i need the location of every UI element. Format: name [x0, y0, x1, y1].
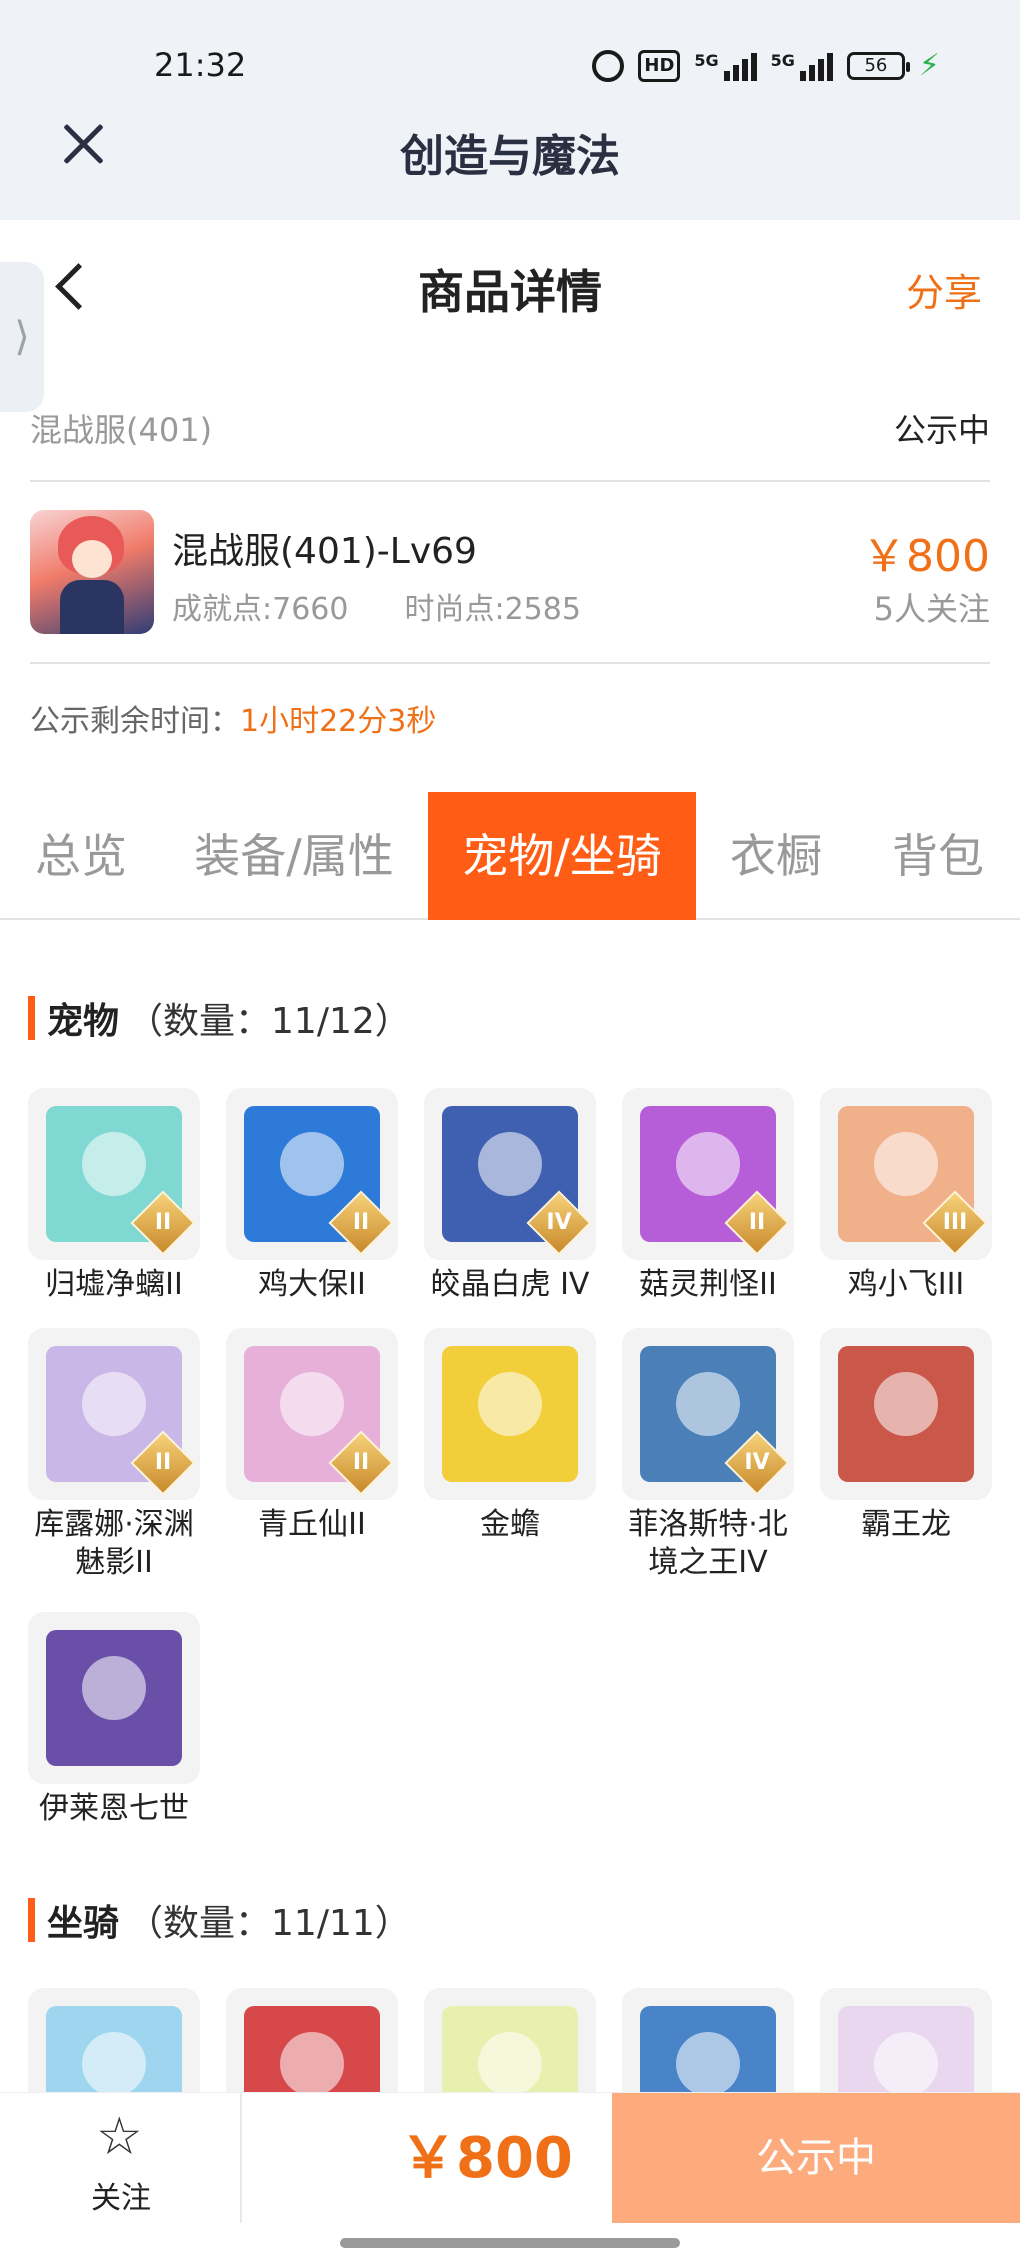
charging-icon: ⚡ [918, 48, 940, 83]
pet-name: 皎晶白虎 IV [430, 1267, 590, 1302]
bottom-price: ￥800 [400, 2126, 573, 2191]
pet-card[interactable]: II 库露娜·深渊魅影II [28, 1328, 200, 1582]
server-name: 混战服(401) [30, 411, 213, 449]
follow-button[interactable]: ☆ 关注 [0, 2093, 242, 2223]
pet-card[interactable]: 霸王龙 [820, 1328, 992, 1544]
pet-image [838, 1346, 974, 1482]
status-time: 21:32 [154, 46, 247, 84]
pets-section-header: 宠物 （数量：11/12） [28, 992, 411, 1044]
top-bar: 21:32 HD 5G 5G 56 ⚡ 创造与魔法 [0, 0, 1020, 220]
tab-wardrobe[interactable]: 衣橱 [696, 792, 856, 920]
character-name: 混战服(401)-Lv69 [172, 531, 477, 572]
app-title: 创造与魔法 [400, 131, 620, 182]
pet-name: 菲洛斯特·北境之王IV [628, 1507, 788, 1580]
listing-status: 公示中 [893, 411, 990, 449]
pet-card[interactable]: 金蟾 [424, 1328, 596, 1544]
pet-name: 菇灵荆怪II [639, 1267, 777, 1302]
signal-2-icon: 5G [771, 51, 833, 81]
home-indicator[interactable] [340, 2238, 680, 2248]
alarm-icon [592, 49, 625, 82]
remaining-time: 公示剩余时间：1小时22分3秒 [30, 696, 436, 740]
page: 21:32 HD 5G 5G 56 ⚡ 创造与魔法 ⟩ 商品详情 分享 混战服(… [0, 0, 1020, 2267]
achievement-points: 成就点:7660 [172, 592, 349, 627]
mounts-section-header: 坐骑 （数量：11/11） [28, 1894, 411, 1946]
tab-bar: 总览 装备/属性 宠物/坐骑 衣橱 背包 [0, 792, 1020, 920]
mounts-section-title: 坐骑 [47, 1903, 120, 1944]
pet-card[interactable]: II 归墟净螭II [28, 1088, 200, 1304]
fashion-points: 时尚点:2585 [404, 592, 581, 627]
public-notice-button[interactable]: 公示中 [612, 2093, 1020, 2223]
page-title: 商品详情 [418, 265, 602, 319]
mounts-count: （数量：11/11） [127, 1903, 411, 1944]
bottom-bar: ☆ 关注 ￥800 公示中 [0, 2092, 1020, 2223]
pet-name: 归墟净螭II [45, 1267, 183, 1302]
pet-name: 金蟾 [480, 1507, 540, 1542]
pet-card[interactable]: IV 皎晶白虎 IV [424, 1088, 596, 1304]
pet-name: 鸡大保II [258, 1267, 366, 1302]
follow-label: 关注 [91, 2181, 151, 2216]
tab-backpack[interactable]: 背包 [856, 792, 1020, 920]
remaining-time-value: 1小时22分3秒 [240, 704, 437, 739]
hd-icon: HD [638, 49, 681, 82]
tab-equipment[interactable]: 装备/属性 [162, 792, 426, 920]
remaining-time-label: 公示剩余时间： [30, 704, 240, 739]
tab-pets-mounts[interactable]: 宠物/坐骑 [428, 792, 696, 920]
pets-count: （数量：11/12） [127, 1001, 411, 1042]
pet-card[interactable]: III 鸡小飞III [820, 1088, 992, 1304]
follower-count: 5人关注 [873, 590, 990, 628]
pet-card[interactable]: IV 菲洛斯特·北境之王IV [622, 1328, 794, 1582]
pet-card[interactable]: II 鸡大保II [226, 1088, 398, 1304]
pets-section-title: 宠物 [47, 1001, 120, 1042]
pet-name: 伊莱恩七世 [39, 1791, 189, 1826]
star-icon: ☆ [96, 2107, 143, 2167]
pet-card[interactable]: II 青丘仙II [226, 1328, 398, 1544]
character-avatar [30, 510, 154, 634]
pet-name: 库露娜·深渊魅影II [34, 1507, 194, 1580]
battery-icon: 56 [846, 51, 910, 80]
character-stats: 成就点:7660 时尚点:2585 [172, 584, 581, 628]
pet-image [46, 1630, 182, 1766]
pet-name: 青丘仙II [258, 1507, 366, 1542]
character-price: ￥800 [862, 531, 990, 582]
pet-image [442, 1346, 578, 1482]
tab-overview[interactable]: 总览 [0, 792, 162, 920]
status-icons: HD 5G 5G 56 ⚡ [592, 48, 940, 83]
server-row: 混战服(401) 公示中 [30, 392, 990, 482]
signal-1-icon: 5G [694, 51, 757, 81]
pet-card[interactable]: II 菇灵荆怪II [622, 1088, 794, 1304]
pet-card[interactable]: 伊莱恩七世 [28, 1612, 200, 1828]
pet-name: 霸王龙 [861, 1507, 951, 1542]
share-button[interactable]: 分享 [906, 262, 982, 317]
character-row[interactable]: 混战服(401)-Lv69 成就点:7660 时尚点:2585 ￥800 5人关… [30, 484, 990, 664]
pet-name: 鸡小飞III [847, 1267, 965, 1302]
